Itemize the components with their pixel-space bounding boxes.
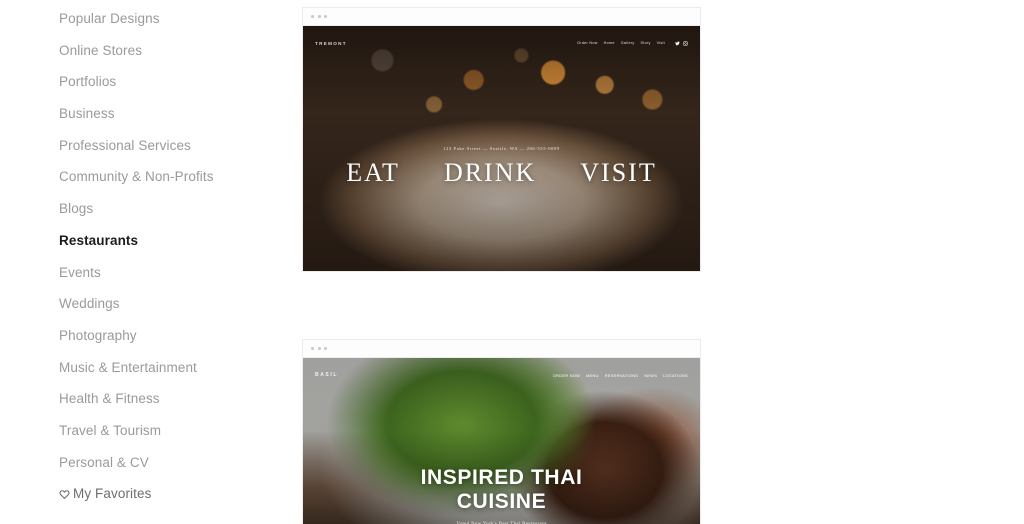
sidebar-item-professional-services[interactable]: Professional Services [59, 139, 300, 153]
sidebar-item-health-fitness[interactable]: Health & Fitness [59, 392, 300, 406]
template-screenshot-tremont: TREMONT Order Now Home Gallery Story Vis… [303, 26, 700, 271]
template-nav-link: Story [640, 41, 651, 45]
template-navbar: BASIL ORDER NOW MENU RESERVATIONS NEWS L… [303, 358, 700, 392]
sidebar-item-personal-cv[interactable]: Personal & CV [59, 456, 300, 470]
sidebar-item-travel-tourism[interactable]: Travel & Tourism [59, 424, 300, 438]
sidebar-item-label: My Favorites [73, 486, 152, 502]
sidebar-item-my-favorites[interactable]: My Favorites [59, 487, 300, 501]
sidebar-item-music-entertainment[interactable]: Music & Entertainment [59, 361, 300, 375]
template-list: TREMONT Order Now Home Gallery Story Vis… [300, 0, 1024, 524]
template-hero-tremont: 123 Fake Street — Seattle, WA — 206-555-… [303, 146, 700, 188]
template-nav-links: ORDER NOW MENU RESERVATIONS NEWS LOCATIO… [553, 373, 688, 378]
hero-line-1: INSPIRED THAI [420, 466, 583, 489]
window-dot-icon [311, 347, 314, 350]
hero-title: INSPIRED THAI CUISINE [303, 466, 700, 513]
instagram-icon [683, 40, 688, 46]
template-screenshot-basil: BASIL ORDER NOW MENU RESERVATIONS NEWS L… [303, 358, 700, 524]
template-logo: BASIL [315, 372, 338, 378]
template-nav-link: NEWS [644, 372, 658, 378]
template-nav-link: Gallery [620, 41, 635, 45]
template-nav-link: Home [603, 41, 615, 45]
window-dot-icon [311, 15, 314, 18]
sidebar-item-weddings[interactable]: Weddings [59, 297, 300, 311]
template-nav-link: Order Now [577, 41, 598, 45]
hero-title: EAT DRINK VISIT [303, 158, 700, 188]
window-dot-icon [324, 15, 327, 18]
sidebar-item-popular-designs[interactable]: Popular Designs [59, 12, 300, 26]
category-sidebar: Popular Designs Online Stores Portfolios… [0, 0, 300, 524]
template-browser-page: Popular Designs Online Stores Portfolios… [0, 0, 1024, 524]
hero-word: VISIT [580, 158, 657, 187]
template-nav-link: RESERVATIONS [604, 372, 639, 378]
template-nav-link: MENU [586, 372, 599, 378]
template-nav-link: Visit [656, 41, 665, 45]
template-navbar: TREMONT Order Now Home Gallery Story Vis… [303, 26, 700, 60]
sidebar-item-restaurants[interactable]: Restaurants [59, 234, 300, 248]
window-dot-icon [324, 347, 327, 350]
template-preview-card-tremont[interactable]: TREMONT Order Now Home Gallery Story Vis… [303, 8, 700, 271]
twitter-icon [675, 41, 680, 46]
template-nav-link: ORDER NOW [552, 372, 581, 378]
sidebar-item-portfolios[interactable]: Portfolios [59, 75, 300, 89]
hero-word: DRINK [443, 158, 537, 187]
sidebar-item-photography[interactable]: Photography [59, 329, 300, 343]
browser-chrome-bar [303, 8, 700, 26]
template-social-icons [675, 40, 688, 46]
window-dot-icon [317, 15, 321, 18]
hero-word: EAT [346, 158, 400, 187]
heart-icon [59, 489, 70, 500]
sidebar-item-blogs[interactable]: Blogs [59, 202, 300, 216]
hero-subtitle: 123 Fake Street — Seattle, WA — 206-555-… [443, 146, 560, 151]
window-dot-icon [317, 347, 321, 350]
template-hero-basil: INSPIRED THAI CUISINE Voted New York's B… [303, 466, 700, 524]
template-nav-link: LOCATIONS [663, 372, 688, 378]
sidebar-item-business[interactable]: Business [59, 107, 300, 121]
sidebar-item-events[interactable]: Events [59, 265, 300, 280]
template-preview-card-basil[interactable]: BASIL ORDER NOW MENU RESERVATIONS NEWS L… [303, 340, 700, 524]
sidebar-item-community-non-profits[interactable]: Community & Non-Profits [59, 170, 300, 184]
template-nav-links: Order Now Home Gallery Story Visit [577, 40, 688, 46]
template-logo: TREMONT [315, 40, 347, 46]
hero-line-2: CUISINE [456, 489, 547, 513]
browser-chrome-bar [303, 340, 700, 358]
sidebar-item-online-stores[interactable]: Online Stores [59, 44, 300, 58]
